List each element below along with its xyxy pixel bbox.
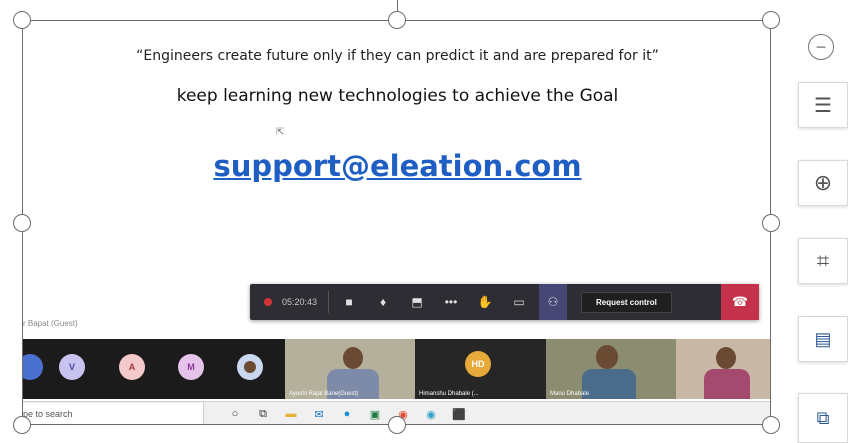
avatar-m[interactable]: M (178, 354, 204, 380)
resize-handle-top-right[interactable] (762, 11, 780, 29)
camera-icon[interactable]: ■ (335, 295, 363, 309)
participant-name: Manu Dhabale (550, 391, 590, 397)
chat-icon[interactable]: ▭ (505, 295, 533, 309)
wrap-text-icon: ☰ (814, 94, 832, 117)
participant-name: Ayushi Rajat Bane(Guest) (289, 391, 359, 397)
word-convert-icon: ▤ (814, 328, 832, 349)
excel-icon[interactable]: ▣ (364, 408, 386, 421)
mouse-cursor-icon: ⇱ (276, 127, 285, 138)
share-screen-icon[interactable]: ⬒ (403, 295, 431, 309)
zoom-button[interactable]: ⊕ (798, 160, 848, 206)
avatar[interactable] (23, 354, 43, 380)
avatar-hd: HD (465, 351, 491, 377)
resize-handle-bottom-left[interactable] (13, 416, 31, 434)
participant-video (343, 347, 363, 369)
slide-quote: “Engineers create future only if they ca… (136, 48, 659, 64)
resize-handle-top-left[interactable] (13, 11, 31, 29)
avatar-v[interactable]: V (59, 354, 85, 380)
resize-handle-right[interactable] (762, 214, 780, 232)
zoom-icon: ⊕ (813, 170, 833, 195)
chrome-alt-icon[interactable]: ◉ (420, 408, 442, 421)
collapse-icon[interactable]: − (808, 34, 834, 60)
taskbar-search-input[interactable]: pe to search (23, 403, 204, 424)
video-tile-ayushi[interactable]: Ayushi Rajat Bane(Guest) (285, 339, 415, 399)
video-tile-manu[interactable]: Manu Dhabale (546, 339, 676, 399)
crop-icon: ⌗ (816, 248, 830, 273)
edge-icon[interactable]: ● (336, 408, 358, 420)
avatar-photo[interactable] (237, 354, 263, 380)
resize-handle-left[interactable] (13, 214, 31, 232)
mail-icon[interactable]: ✉ (308, 408, 330, 421)
video-tile-guest[interactable] (676, 339, 770, 399)
crop-button[interactable]: ⌗ (798, 238, 848, 284)
participants-strip: V A M Ayushi Rajat Bane(Guest) HD Himans… (23, 339, 770, 399)
resize-handle-top[interactable] (388, 11, 406, 29)
teams-icon[interactable]: ⬛ (448, 408, 470, 421)
avatar-a[interactable]: A (119, 354, 145, 380)
avatar-initial: M (187, 362, 195, 372)
participant-name: Himanshu Dhabale (... (419, 391, 479, 397)
meeting-timer: 05:20:43 (282, 297, 318, 307)
guest-presenter-label: r Bapat (Guest) (23, 319, 78, 328)
participant-video (716, 347, 736, 369)
resize-handle-bottom-right[interactable] (762, 416, 780, 434)
participants-icon[interactable]: ⚇ (539, 284, 567, 320)
recording-indicator-icon (264, 298, 272, 306)
request-control-button[interactable]: Request control (581, 291, 672, 313)
participant-video (596, 345, 618, 369)
avatar-initial: A (128, 362, 136, 372)
microphone-icon[interactable]: ♦ (369, 295, 397, 309)
task-view-icon[interactable]: ⧉ (252, 408, 274, 421)
slide-tagline: keep learning new technologies to achiev… (176, 86, 619, 106)
replace-icon: ⧉ (816, 407, 830, 428)
support-email-link[interactable]: support@eleation.com (23, 149, 770, 183)
toolbar-divider (328, 291, 329, 313)
file-explorer-icon[interactable]: ▬ (280, 408, 302, 420)
cortana-icon[interactable]: ○ (224, 408, 246, 420)
avatar-initial: V (68, 362, 75, 372)
word-convert-button[interactable]: ▤ (798, 316, 848, 362)
wrap-text-button[interactable]: ☰ (798, 82, 848, 128)
resize-handle-bottom[interactable] (388, 416, 406, 434)
raise-hand-icon[interactable]: ✋ (471, 295, 499, 309)
selected-screenshot-image[interactable]: “Engineers create future only if they ca… (22, 20, 771, 425)
hang-up-button[interactable]: ☎ (721, 284, 759, 320)
replace-button[interactable]: ⧉ (798, 393, 848, 443)
video-tile-himanshu[interactable]: HD Himanshu Dhabale (... (415, 339, 546, 399)
more-icon[interactable]: ••• (437, 295, 465, 309)
hang-up-icon: ☎ (731, 294, 749, 309)
meeting-toolbar: 05:20:43 ■ ♦ ⬒ ••• ✋ ▭ ⚇ Request control… (250, 284, 759, 320)
